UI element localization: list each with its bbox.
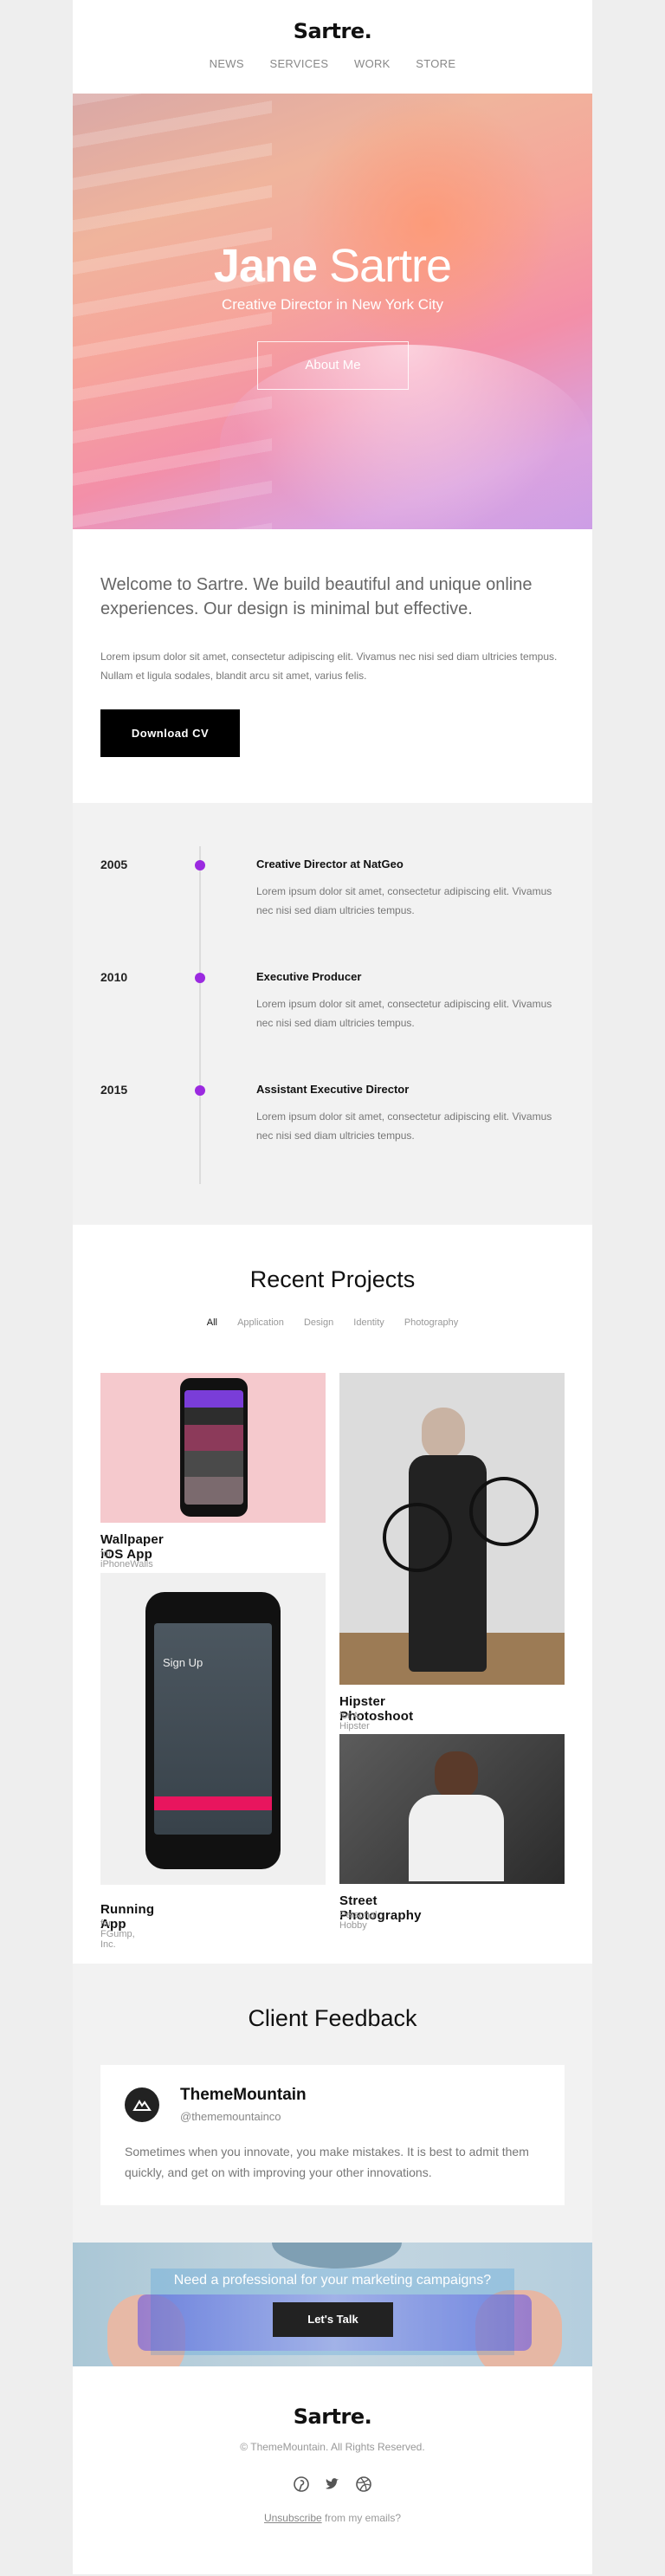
intro-body: Lorem ipsum dolor sit amet, consectetur … [100, 650, 558, 682]
nav-news[interactable]: NEWS [210, 57, 244, 70]
email-container: Sartre. NEWS SERVICES WORK STORE Jane Sa… [73, 0, 592, 2574]
bicycle-wheel-icon [469, 1477, 539, 1546]
testimonial-name: ThemeMountain [180, 2086, 307, 2104]
project-subtitle: for FGump, Inc. [100, 1919, 135, 1950]
timeline-title: Assistant Executive Director [256, 1083, 410, 1096]
footer: Sartre. © ThemeMountain. All Rights Rese… [73, 2366, 592, 2574]
hero-subtitle: Creative Director in New York City [221, 296, 444, 313]
project-subtitle: Personal Hobby [339, 1910, 378, 1931]
feedback-section: Client Feedback ThemeMountain @thememoun… [73, 1964, 592, 2243]
phone-screen [184, 1390, 243, 1505]
hero-last-name: Sartre [329, 240, 452, 292]
unsubscribe-link[interactable]: Unsubscribe [264, 2512, 322, 2524]
filter-application[interactable]: Application [237, 1317, 284, 1328]
timeline-desc: Lorem ipsum dolor sit amet, consectetur … [256, 1110, 552, 1142]
phone-mockup [180, 1378, 248, 1517]
timeline-year: 2005 [100, 858, 128, 871]
photo-subject-head [435, 1751, 478, 1799]
intro-headline: Welcome to Sartre. We build beautiful an… [100, 575, 533, 618]
download-cv-button[interactable]: Download CV [100, 709, 240, 757]
project-subtitle: for A Hipster [339, 1711, 370, 1731]
filter-design[interactable]: Design [304, 1317, 333, 1328]
twitter-icon[interactable] [324, 2476, 341, 2493]
phone-screen-title: Sign Up [163, 1656, 203, 1669]
testimonial-handle[interactable]: @thememountainco [180, 2110, 281, 2123]
projects-title: Recent Projects [249, 1266, 416, 1292]
testimonial-text: Sometimes when you innovate, you make mi… [125, 2145, 529, 2179]
brand-logo[interactable]: Sartre. [73, 0, 592, 43]
nav-services[interactable]: SERVICES [269, 57, 328, 70]
social-links [73, 2476, 592, 2493]
hero-hair-glow [298, 94, 558, 353]
nav-store[interactable]: STORE [416, 57, 455, 70]
pinterest-icon[interactable] [293, 2476, 310, 2493]
timeline-dot [195, 860, 205, 871]
project-image[interactable] [339, 1373, 565, 1685]
projects-section: Recent Projects All Application Design I… [73, 1225, 592, 1964]
main-nav: NEWS SERVICES WORK STORE [73, 57, 592, 70]
project-image[interactable] [339, 1734, 565, 1884]
dribbble-icon[interactable] [355, 2476, 372, 2493]
cta-question: Need a professional for your marketing c… [173, 2273, 492, 2288]
feedback-title: Client Feedback [248, 2005, 417, 2031]
timeline-year: 2015 [100, 1083, 128, 1097]
photo-subject-head [422, 1408, 465, 1460]
filter-identity[interactable]: Identity [353, 1317, 384, 1328]
intro-section: Welcome to Sartre. We build beautiful an… [73, 529, 592, 803]
timeline-line [199, 846, 201, 1184]
project-image[interactable]: Sign Up [100, 1573, 326, 1885]
avatar [125, 2087, 159, 2122]
timeline-desc: Lorem ipsum dolor sit amet, consectetur … [256, 998, 552, 1029]
phone-mockup: Sign Up [145, 1592, 281, 1869]
phone-screen: Sign Up [154, 1623, 272, 1835]
timeline-dot [195, 1085, 205, 1096]
about-me-button[interactable]: About Me [257, 341, 409, 390]
timeline-title: Executive Producer [256, 970, 362, 983]
bicycle-wheel-icon [383, 1503, 452, 1572]
project-subtitle: for iPhoneWalls [100, 1549, 153, 1570]
unsubscribe-line: Unsubscribe from my emails? [73, 2512, 592, 2524]
filter-all[interactable]: All [207, 1317, 217, 1328]
timeline-section: 2005 Creative Director at NatGeo Lorem i… [73, 803, 592, 1225]
cta-bg-hat [272, 2243, 402, 2269]
photo-subject-body [409, 1795, 504, 1881]
testimonial-card: ThemeMountain @thememountainco Sometimes… [100, 2065, 565, 2205]
filter-photography[interactable]: Photography [404, 1317, 458, 1328]
timeline-title: Creative Director at NatGeo [256, 858, 404, 871]
nav-work[interactable]: WORK [354, 57, 391, 70]
hero-banner: Jane Sartre Creative Director in New Yor… [73, 94, 592, 529]
timeline-year: 2010 [100, 970, 128, 984]
timeline-desc: Lorem ipsum dolor sit amet, consectetur … [256, 885, 552, 916]
lets-talk-button[interactable]: Let's Talk [273, 2302, 393, 2337]
project-filters: All Application Design Identity Photogra… [73, 1317, 592, 1328]
mountain-logo-icon [132, 2100, 152, 2111]
unsubscribe-suffix: from my emails? [321, 2512, 402, 2524]
cta-banner: Need a professional for your marketing c… [73, 2243, 592, 2366]
hero-name: Jane Sartre [73, 239, 592, 293]
copyright-text: © ThemeMountain. All Rights Reserved. [240, 2441, 425, 2453]
header: Sartre. NEWS SERVICES WORK STORE [73, 0, 592, 94]
footer-logo[interactable]: Sartre. [73, 2366, 592, 2429]
hero-first-name: Jane [213, 240, 318, 292]
phone-signup-button [154, 1796, 272, 1810]
timeline-dot [195, 973, 205, 983]
project-image[interactable] [100, 1373, 326, 1523]
